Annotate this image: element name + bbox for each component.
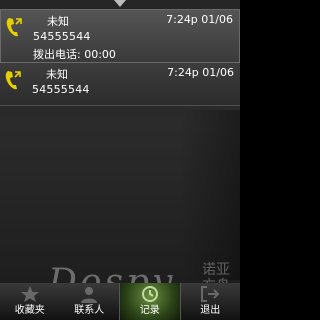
tab-label: 记录 — [139, 305, 160, 316]
call-log-item[interactable]: 未知 7:24p 01/06 54555544 — [0, 63, 240, 106]
caller-name: 未知 — [46, 68, 68, 81]
call-detail: 拨出电话: 00:00 — [33, 48, 116, 61]
call-list: 未知 7:24p 01/06 54555544 拨出电话: 00:00 未知 7… — [0, 9, 240, 106]
tab-label: 退出 — [200, 305, 221, 316]
background-shade — [180, 110, 240, 280]
tab-call-log[interactable]: 记录 — [119, 283, 181, 320]
phone-outgoing-icon — [4, 69, 22, 91]
tab-label: 收藏夹 — [14, 305, 45, 316]
bottom-tab-bar: 收藏夹 联系人 记录 退出 — [0, 283, 240, 320]
call-time: 7:24p 01/06 — [166, 13, 233, 26]
tab-favorites[interactable]: 收藏夹 — [0, 283, 60, 320]
caller-name: 未知 — [47, 15, 69, 28]
scroll-up-arrow-icon[interactable] — [112, 0, 128, 9]
call-time: 7:24p 01/06 — [167, 66, 234, 79]
call-log-item[interactable]: 未知 7:24p 01/06 54555544 拨出电话: 00:00 — [0, 9, 240, 63]
caller-number: 54555544 — [33, 30, 91, 43]
tab-label: 联系人 — [74, 305, 105, 316]
call-log-screen: 未知 7:24p 01/06 54555544 拨出电话: 00:00 未知 7… — [0, 0, 240, 320]
tab-exit[interactable]: 退出 — [181, 283, 241, 320]
tab-contacts[interactable]: 联系人 — [60, 283, 120, 320]
caller-number: 54555544 — [32, 83, 90, 96]
phone-outgoing-icon — [5, 16, 23, 38]
